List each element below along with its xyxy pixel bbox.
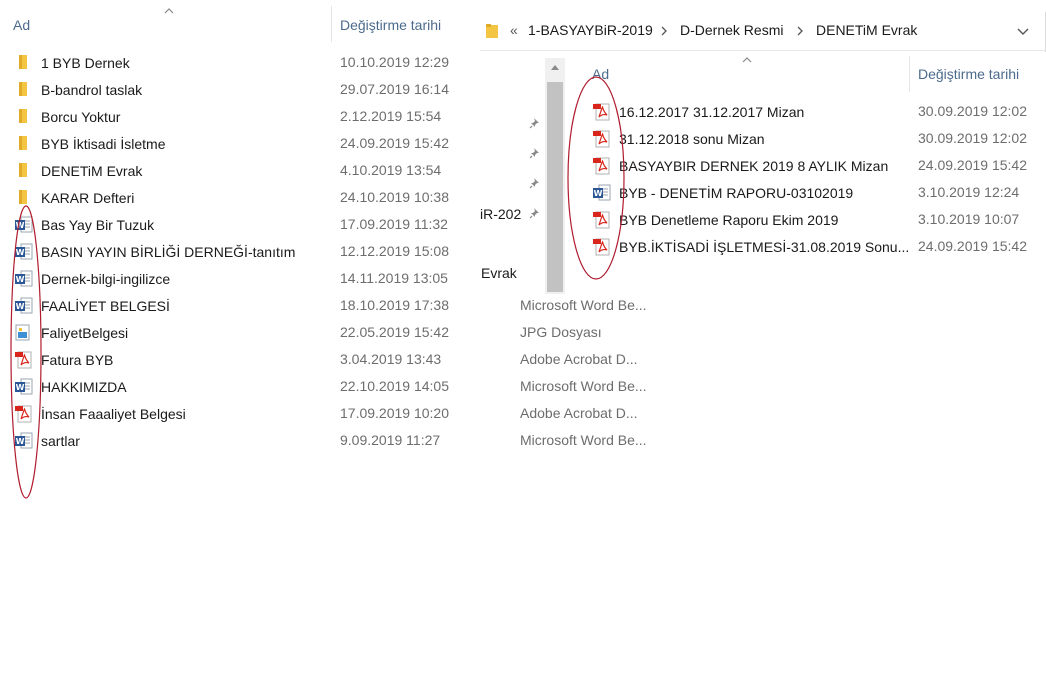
annotation-overlay [10,76,625,499]
annotation-ellipse-right [567,76,625,280]
annotation-ellipse-left [10,205,42,499]
